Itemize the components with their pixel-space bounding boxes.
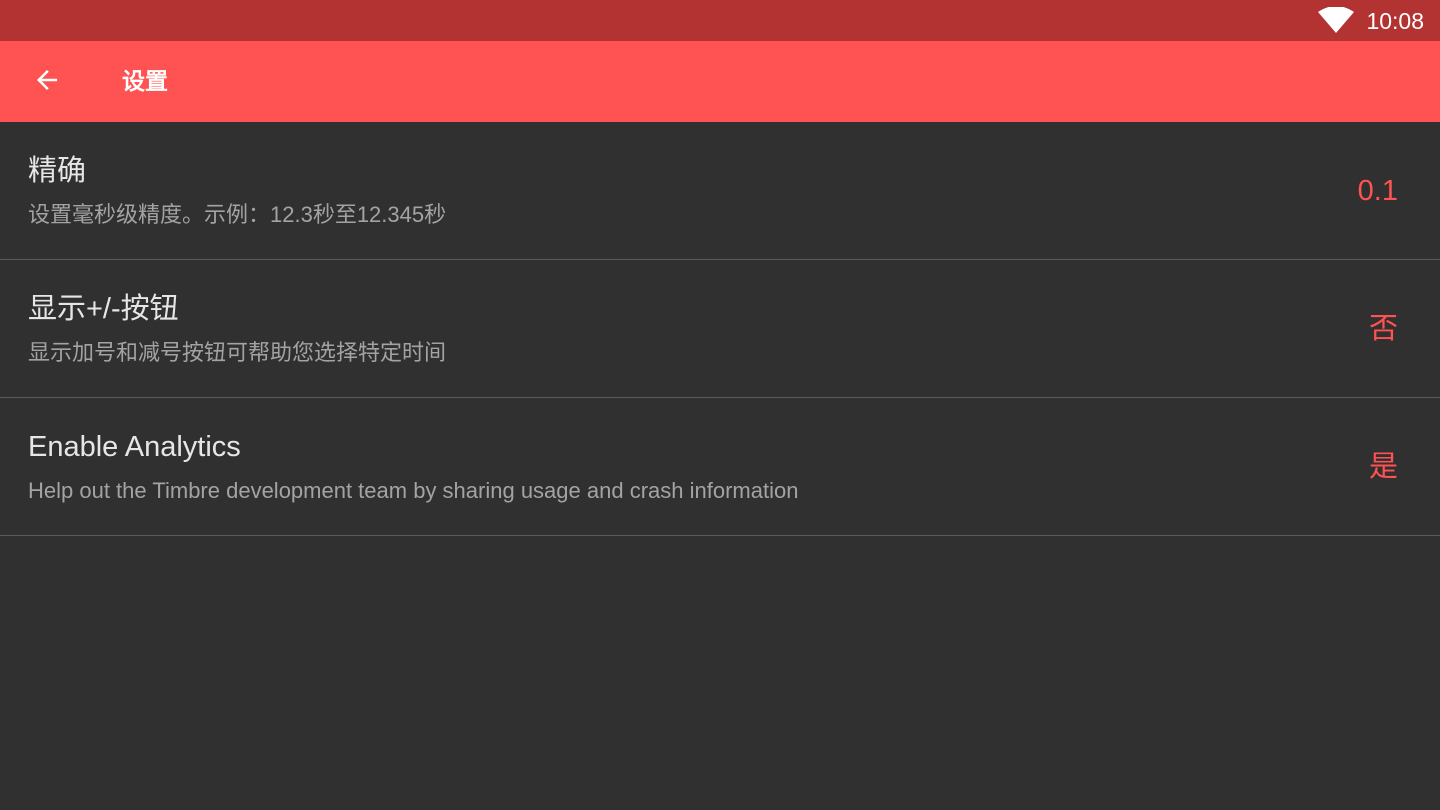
setting-precision[interactable]: 精确 设置毫秒级精度。示例：12.3秒至12.345秒 0.1 [0, 122, 1440, 260]
setting-show-plus-minus-buttons[interactable]: 显示+/-按钮 显示加号和减号按钮可帮助您选择特定时间 否 [0, 260, 1440, 398]
back-button[interactable] [22, 57, 72, 107]
page-title: 设置 [122, 69, 168, 95]
settings-list: 精确 设置毫秒级精度。示例：12.3秒至12.345秒 0.1 显示+/-按钮 … [0, 122, 1440, 536]
setting-title: 精确 [28, 155, 87, 187]
status-bar: 10:08 [0, 0, 1440, 41]
setting-enable-analytics[interactable]: Enable Analytics Help out the Timbre dev… [0, 398, 1440, 536]
setting-value: 0.1 [1357, 175, 1398, 207]
setting-title: Enable Analytics [28, 431, 241, 463]
setting-value: 否 [1368, 313, 1398, 345]
setting-summary: Help out the Timbre development team by … [28, 478, 799, 503]
arrow-back-icon [32, 65, 62, 99]
setting-value: 是 [1368, 451, 1398, 483]
app-bar: 设置 [0, 41, 1440, 122]
setting-summary: 设置毫秒级精度。示例：12.3秒至12.345秒 [28, 202, 447, 227]
wifi-icon [1318, 6, 1354, 33]
status-clock: 10:08 [1366, 8, 1424, 34]
setting-title: 显示+/-按钮 [28, 293, 179, 325]
setting-summary: 显示加号和减号按钮可帮助您选择特定时间 [28, 340, 447, 365]
